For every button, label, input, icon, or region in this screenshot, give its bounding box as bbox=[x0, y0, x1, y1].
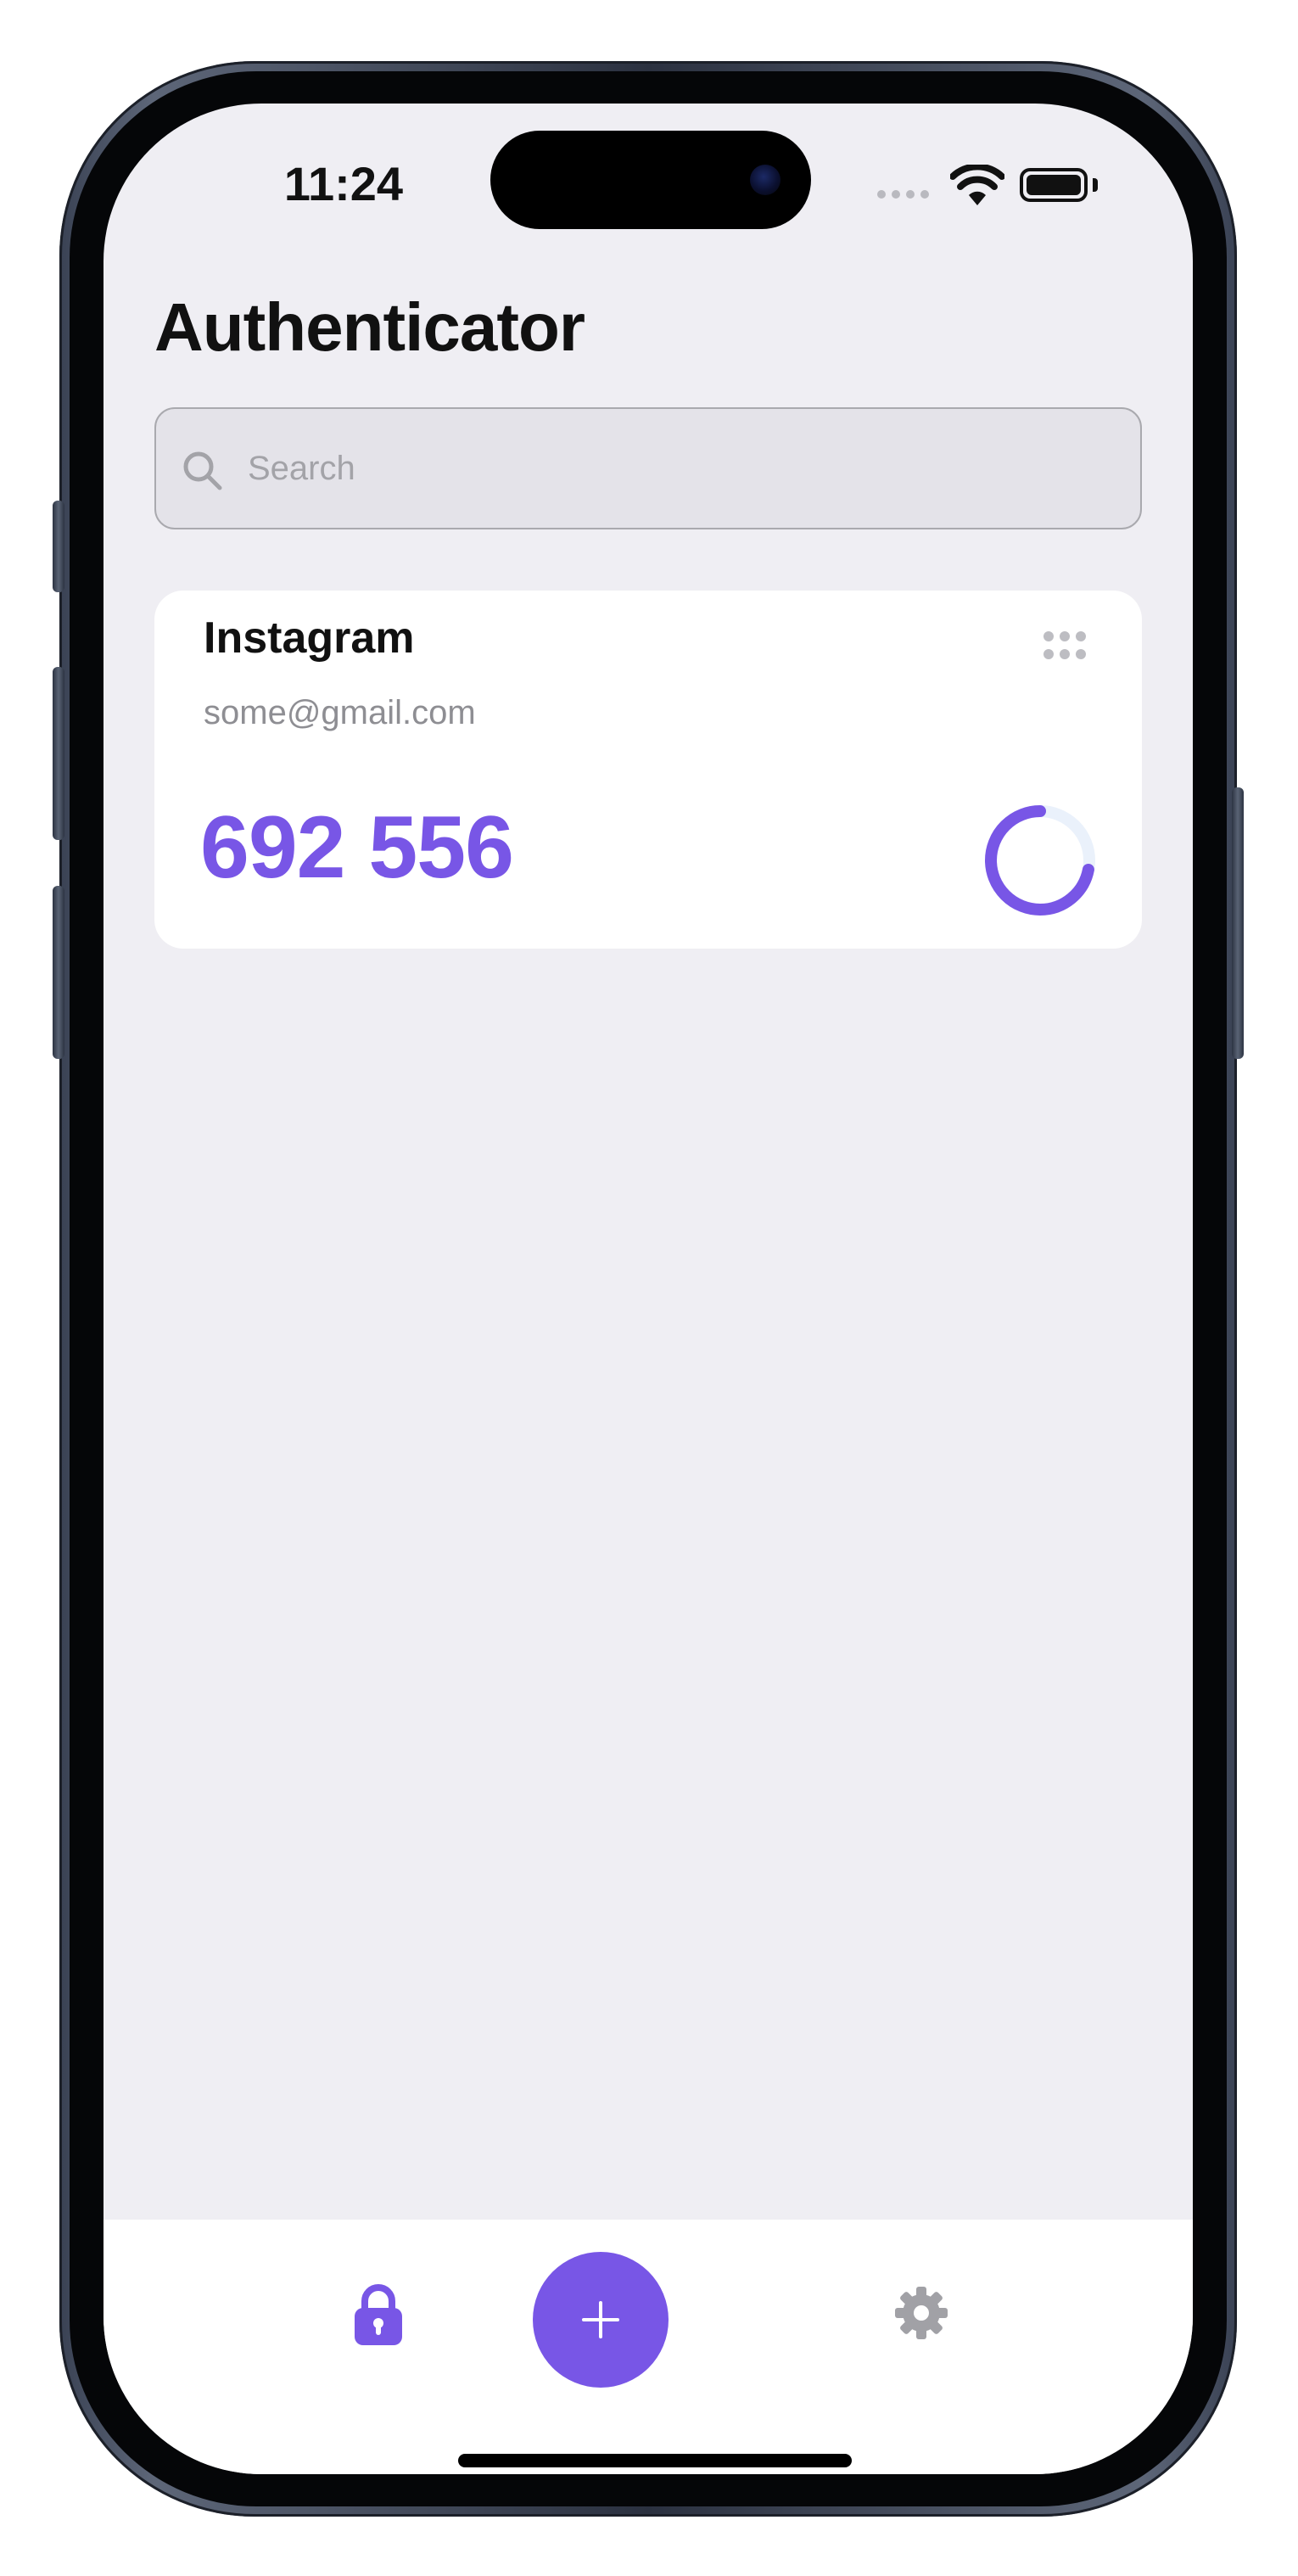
power-button bbox=[1232, 787, 1244, 1059]
battery-tip bbox=[1093, 178, 1098, 192]
dynamic-island bbox=[490, 131, 811, 229]
battery-icon bbox=[1020, 168, 1088, 202]
status-time: 11:24 bbox=[283, 157, 404, 210]
countdown-timer-icon bbox=[985, 805, 1095, 916]
add-account-button[interactable] bbox=[533, 2252, 669, 2388]
cellular-signal-icon bbox=[877, 190, 929, 199]
page-title: Authenticator bbox=[154, 289, 585, 365]
front-camera-icon bbox=[750, 165, 780, 195]
search-input[interactable] bbox=[248, 409, 1113, 528]
more-options-icon[interactable] bbox=[1043, 631, 1086, 660]
account-email: some@gmail.com bbox=[204, 694, 476, 731]
lock-icon[interactable] bbox=[351, 2284, 406, 2345]
tab-bar bbox=[104, 2220, 1193, 2474]
account-name: Instagram bbox=[204, 613, 415, 663]
account-card[interactable]: Instagram some@gmail.com 692 556 bbox=[154, 591, 1142, 949]
app-screen: 11:24 Authenticator Instagram some@gmail… bbox=[104, 104, 1193, 2474]
volume-down-button bbox=[53, 886, 64, 1059]
otp-code[interactable]: 692 556 bbox=[200, 798, 514, 899]
search-bar[interactable] bbox=[154, 407, 1142, 529]
home-indicator bbox=[458, 2454, 852, 2467]
wifi-icon bbox=[950, 165, 1004, 205]
gear-icon[interactable] bbox=[894, 2286, 948, 2340]
search-icon bbox=[183, 451, 222, 490]
volume-up-button bbox=[53, 667, 64, 840]
action-button bbox=[53, 501, 64, 592]
plus-icon bbox=[582, 2301, 619, 2338]
